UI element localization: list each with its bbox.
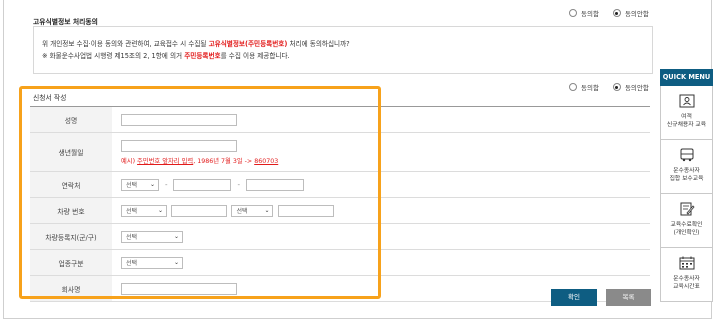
consent-text-1-post: 처리에 동의하십니까? <box>287 40 350 48</box>
consent-disagree-radio[interactable] <box>612 9 621 17</box>
consent-text-line-2: ※ 화물운수사업법 시행령 제15조의 2, 1항에 의거 주민등록번호를 수집… <box>42 50 290 60</box>
consent-text-line-1: 위 개인정보 수집·이용 동의와 관련하여, 교육접수 시 수집될 고유식별정보… <box>42 38 350 48</box>
application-agree-option[interactable]: 동의함 <box>569 82 599 92</box>
quick-menu-title: QUICK MENU <box>660 69 713 86</box>
id-card-icon <box>679 94 695 108</box>
quick-menu-item-line2: 신규채용자 교육 <box>666 122 707 128</box>
quick-menu: QUICK MENU 여객 신규채용자 교육 운수종사자 집합 보수교육 교육수… <box>660 69 713 302</box>
cancel-button[interactable]: 복록 <box>606 289 651 306</box>
certificate-edit-icon <box>680 202 695 216</box>
consent-disagree-option[interactable]: 동의안함 <box>612 8 649 18</box>
quick-menu-item-line1: 여객 <box>681 114 692 120</box>
confirm-button[interactable]: 확인 <box>551 289 597 306</box>
consent-text-box: 위 개인정보 수집·이용 동의와 관련하여, 교육접수 시 수집될 고유식별정보… <box>33 26 653 74</box>
calendar-icon <box>679 256 695 270</box>
application-disagree-label: 동의안함 <box>624 84 649 92</box>
bus-icon <box>680 148 694 162</box>
quick-menu-item-label: 교육수료확인 (개인확인) <box>661 221 712 237</box>
consent-text-2-highlight: 주민등록번호 <box>184 52 221 60</box>
quick-menu-item-completion-check[interactable]: 교육수료확인 (개인확인) <box>660 194 713 248</box>
quick-menu-item-line1: 운수종사자 <box>673 168 700 174</box>
consent-section-title: 고유식별정보 처리동의 <box>33 18 98 26</box>
consent-agree-label: 동의함 <box>581 10 599 18</box>
application-radio-group: 동의함 동의안함 <box>569 82 649 92</box>
quick-menu-item-label: 운수종사자 집합 보수교육 <box>661 167 712 183</box>
application-disagree-option[interactable]: 동의안함 <box>612 82 649 92</box>
quick-menu-item-label: 여객 신규채용자 교육 <box>661 113 712 129</box>
consent-disagree-label: 동의안함 <box>624 10 649 18</box>
consent-text-2-pre: ※ 화물운수사업법 시행령 제15조의 2, 1항에 의거 <box>42 52 185 60</box>
consent-text-2-post: 를 수집 이용 제공합니다. <box>220 52 290 60</box>
quick-menu-item-line2: 교육시간표 <box>673 284 700 290</box>
quick-menu-item-new-hire-training[interactable]: 여객 신규채용자 교육 <box>660 86 713 140</box>
consent-radio-group: 동의함 동의안함 <box>569 8 649 18</box>
consent-agree-radio[interactable] <box>569 9 577 17</box>
quick-menu-item-line2: (개인확인) <box>673 230 700 236</box>
quick-menu-item-line1: 교육수료확인 <box>670 222 703 228</box>
application-disagree-radio[interactable] <box>612 83 621 91</box>
quick-menu-item-refresher-training[interactable]: 운수종사자 집합 보수교육 <box>660 140 713 194</box>
application-agree-label: 동의함 <box>581 84 599 92</box>
consent-text-1-pre: 위 개인정보 수집·이용 동의와 관련하여, 교육접수 시 수집될 <box>42 40 209 48</box>
quick-menu-item-line1: 운수종사자 <box>673 276 700 282</box>
quick-menu-item-line2: 집합 보수교육 <box>669 176 704 182</box>
quick-menu-item-timetable[interactable]: 운수종사자 교육시간표 <box>660 248 713 302</box>
quick-menu-item-label: 운수종사자 교육시간표 <box>661 275 712 291</box>
consent-text-1-highlight: 고유식별정보(주민등록번호) <box>208 40 288 48</box>
highlight-box <box>19 86 381 299</box>
application-agree-radio[interactable] <box>569 83 577 91</box>
consent-agree-option[interactable]: 동의함 <box>569 8 599 18</box>
